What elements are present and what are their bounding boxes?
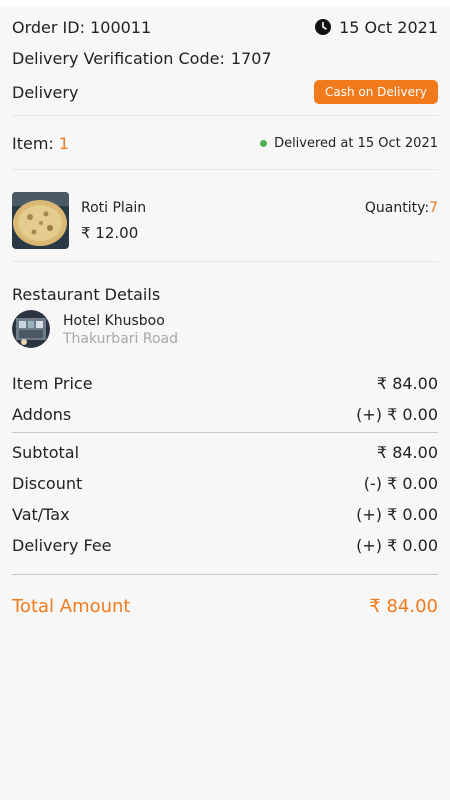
verification-code-row: Delivery Verification Code: 1707 [12,47,438,69]
order-id-label: Order ID: [12,17,85,37]
divider [12,115,438,116]
order-id: Order ID: 100011 [12,18,151,37]
divider [12,169,438,170]
addons-label: Addons [12,404,72,424]
items-summary-row: Item: 1 Delivered at 15 Oct 2021 [12,132,438,154]
food-item-image [12,192,69,249]
item-price: ₹ 12.00 [81,224,139,242]
item-quantity-value: 7 [429,200,438,216]
total-amount-row: Total Amount ₹ 84.00 [12,594,438,618]
status-dot-icon [260,139,268,147]
item-count-label: Item: [12,133,54,153]
order-type: Delivery [12,82,79,102]
status-bar-strip [0,0,450,6]
vat-row: Vat/Tax (+) ₹ 0.00 [12,503,438,525]
restaurant-section-title: Restaurant Details [12,285,161,304]
delivery-fee-value: (+) ₹ 0.00 [356,535,438,555]
discount-label: Discount [12,473,83,493]
item-price-label: Item Price [12,373,93,393]
payment-method-badge: Cash on Delivery [314,80,438,104]
order-date: 15 Oct 2021 [315,18,438,37]
total-amount-value: ₹ 84.00 [369,595,438,617]
discount-value: (-) ₹ 0.00 [363,473,438,493]
item-quantity: Quantity:7 [365,200,438,216]
restaurant-name: Hotel Khusboo [63,313,165,329]
clock-icon [315,19,332,35]
verification-code-value: 1707 [230,48,272,68]
item-price-value: ₹ 84.00 [376,373,438,393]
item-quantity-label: Quantity: [364,200,430,216]
delivery-fee-row: Delivery Fee (+) ₹ 0.00 [12,534,438,556]
subtotal-row: Subtotal ₹ 84.00 [12,441,438,463]
divider [12,432,438,433]
subtotal-value: ₹ 84.00 [376,442,438,462]
vat-label: Vat/Tax [12,504,70,524]
addons-value: (+) ₹ 0.00 [356,404,438,424]
item-price-row: Item Price ₹ 84.00 [12,372,438,394]
delivery-status: Delivered at 15 Oct 2021 [260,136,438,151]
item-name: Roti Plain [81,200,147,216]
item-count-value: 1 [58,133,70,153]
order-date-text: 15 Oct 2021 [339,17,438,37]
item-count: Item: 1 [12,134,69,153]
delivery-fee-label: Delivery Fee [12,535,112,555]
addons-row: Addons (+) ₹ 0.00 [12,403,438,425]
delivery-status-text: Delivered at 15 Oct 2021 [274,135,438,151]
vat-value: (+) ₹ 0.00 [356,504,438,524]
discount-row: Discount (-) ₹ 0.00 [12,472,438,494]
divider [12,261,438,262]
restaurant-avatar [12,310,50,348]
subtotal-label: Subtotal [12,442,80,462]
verification-code-label: Delivery Verification Code: [12,48,225,68]
order-id-value: 100011 [90,17,152,37]
delivery-type-row: Delivery Cash on Delivery [12,79,438,105]
total-amount-label: Total Amount [12,595,131,617]
divider [12,574,438,575]
restaurant-address: Thakurbari Road [63,331,179,347]
order-header-row: Order ID: 100011 15 Oct 2021 [12,16,438,38]
